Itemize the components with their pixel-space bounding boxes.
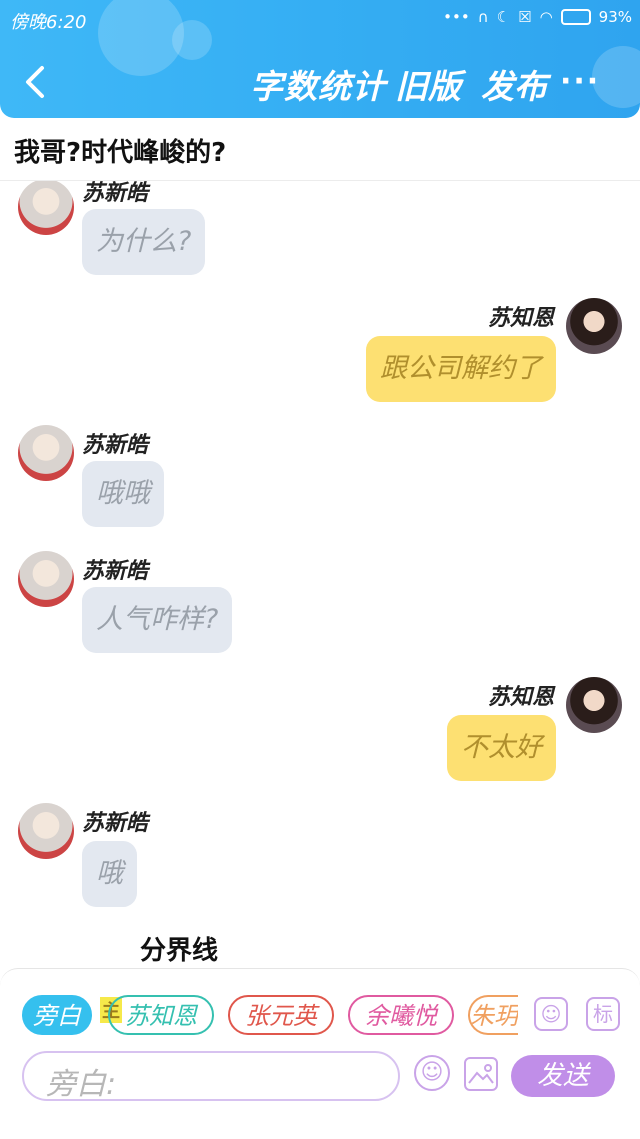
battery-icon — [560, 9, 591, 25]
contact-icon[interactable]: ☺ — [534, 997, 568, 1031]
top-bar: 傍晚6:20 ••• ∩ ☾ ☒ ◠ 93% 字数统计 旧版 发布 ··· — [0, 0, 640, 118]
word-count-button[interactable]: 字数统计 — [250, 60, 386, 108]
sender-name: 苏新皓 — [82, 559, 149, 584]
message-bubble[interactable]: 跟公司解约了 — [366, 336, 556, 402]
input-placeholder: 旁白: — [46, 1067, 117, 1102]
message-bubble[interactable]: 人气咋样? — [82, 587, 233, 653]
role-chip-1[interactable]: 苏知恩 — [108, 995, 214, 1035]
battery-percent: 93% — [598, 8, 632, 26]
story-title: 我哥?时代峰峻的? — [14, 138, 227, 168]
emoji-icon[interactable]: ☺ — [414, 1055, 450, 1091]
status-bar: 傍晚6:20 ••• ∩ ☾ ☒ ◠ 93% — [0, 0, 640, 36]
composer-panel: 旁白 主 苏知恩 张元英 余曦悦 朱玥 ☺ 标 旁白: ☺ 发送 — [0, 968, 640, 1139]
message-right[interactable]: 苏知恩 不太好 — [0, 675, 640, 795]
send-button[interactable]: 发送 — [511, 1055, 615, 1097]
nav-actions: 旧版 发布 — [395, 60, 547, 108]
headset-icon: ∩ — [477, 8, 489, 26]
story-title-bar: 我哥?时代峰峻的? — [0, 118, 640, 181]
old-version-button[interactable]: 旧版 — [395, 60, 461, 108]
avatar[interactable] — [18, 181, 74, 235]
chat-area[interactable]: 苏新皓 为什么? 苏知恩 跟公司解约了 苏新皓 哦哦 苏新皓 人气咋样? 苏知恩… — [0, 181, 640, 967]
status-icons: ••• ∩ ☾ ☒ ◠ 93% — [443, 8, 632, 26]
message-left[interactable]: 苏新皓 哦 — [0, 801, 640, 921]
back-button[interactable] — [18, 62, 54, 102]
publish-button[interactable]: 发布 — [481, 60, 547, 108]
role-chip-4[interactable]: 朱玥 — [468, 995, 518, 1035]
message-left[interactable]: 苏新皓 人气咋样? — [0, 549, 640, 669]
sender-name: 苏知恩 — [487, 306, 554, 331]
chevron-left-icon — [26, 66, 44, 98]
message-left[interactable]: 苏新皓 为什么? — [0, 181, 640, 281]
image-icon[interactable] — [464, 1057, 498, 1091]
sender-name: 苏新皓 — [82, 181, 149, 206]
status-time: 傍晚6:20 — [10, 12, 87, 33]
avatar[interactable] — [18, 803, 74, 859]
tag-button[interactable]: 标 — [586, 997, 620, 1031]
message-bubble[interactable]: 哦 — [82, 841, 137, 907]
more-options-button[interactable]: ··· — [560, 64, 600, 99]
message-left[interactable]: 苏新皓 哦哦 — [0, 423, 640, 543]
message-input[interactable]: 旁白: — [22, 1051, 400, 1102]
moon-icon: ☾ — [496, 8, 511, 26]
role-chip-3[interactable]: 余曦悦 — [348, 995, 454, 1035]
avatar[interactable] — [566, 677, 622, 733]
role-chip-narrator[interactable]: 旁白 — [22, 995, 92, 1035]
message-bubble[interactable]: 哦哦 — [82, 461, 164, 527]
image-glyph-icon — [468, 1064, 494, 1084]
nav-bar: 字数统计 旧版 发布 ··· — [0, 50, 640, 116]
more-dots-icon: ••• — [443, 8, 470, 26]
sender-name: 苏新皓 — [82, 811, 149, 836]
sender-name: 苏新皓 — [82, 433, 149, 458]
sender-name: 苏知恩 — [487, 685, 554, 710]
message-bubble[interactable]: 不太好 — [447, 715, 556, 781]
avatar[interactable] — [566, 298, 622, 354]
message-bubble[interactable]: 为什么? — [82, 209, 206, 275]
avatar[interactable] — [18, 425, 74, 481]
close-box-icon: ☒ — [518, 8, 532, 26]
role-chip-2[interactable]: 张元英 — [228, 995, 334, 1035]
avatar[interactable] — [18, 551, 74, 607]
message-right[interactable]: 苏知恩 跟公司解约了 — [0, 296, 640, 416]
divider-label: 分界线 — [140, 936, 219, 966]
wifi-icon: ◠ — [539, 8, 553, 26]
